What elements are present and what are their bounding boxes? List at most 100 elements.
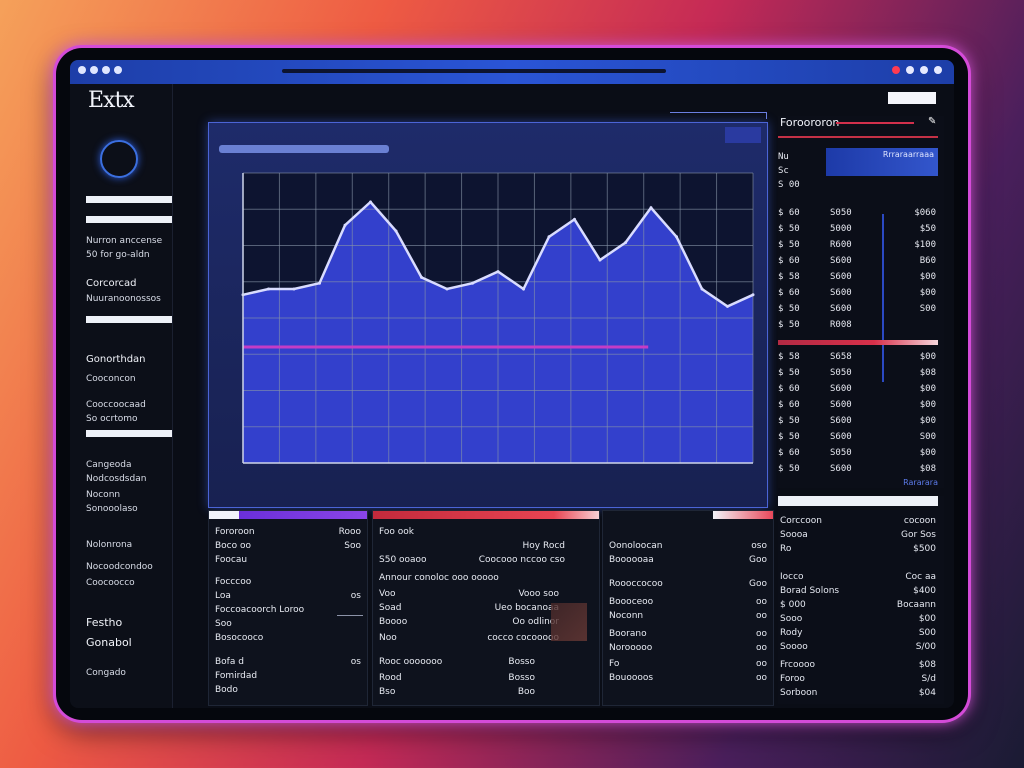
table-row[interactable]: $ 58 S600 $00 <box>778 272 938 286</box>
summary-value: $08 <box>918 660 936 670</box>
panel-row[interactable]: S50 ooaoo <box>379 555 427 565</box>
panel-row[interactable]: Boooooaa <box>609 555 654 565</box>
panel-value: os <box>350 657 361 667</box>
table-cell: $50 <box>919 224 936 234</box>
table-row[interactable]: $ 50 R008 <box>778 320 938 334</box>
pin-icon[interactable]: ✎ <box>928 116 936 127</box>
table-row[interactable]: $ 50 S600 $08 <box>778 464 938 478</box>
panel-row[interactable]: Voo <box>379 589 395 599</box>
table-row[interactable]: $ 60 S600 B60 <box>778 256 938 270</box>
panel-row[interactable]: Boooceoo <box>609 597 653 607</box>
table-row[interactable]: $ 50 R600 $100 <box>778 240 938 254</box>
panel-row[interactable]: Rooc ooooooo <box>379 657 442 667</box>
panel-row[interactable]: Bofa d <box>215 657 244 667</box>
table-row[interactable]: $ 58 S658 $00 <box>778 352 938 366</box>
sidebar-item[interactable]: Noconn <box>86 490 120 500</box>
panel-row[interactable]: Noo <box>379 633 397 643</box>
table-row[interactable]: $ 60 S050 $060 <box>778 208 938 222</box>
table-row[interactable]: $ 60 S050 $00 <box>778 448 938 462</box>
table-row[interactable]: $ 50 5000 $50 <box>778 224 938 238</box>
panel-row[interactable]: Noconn <box>609 611 643 621</box>
panel-row[interactable]: Foccoacoorch Loroo <box>215 605 304 615</box>
table-cell: S600 <box>830 288 852 298</box>
sidebar-item[interactable]: Festho <box>86 616 122 629</box>
panel-row[interactable]: Oonoloocan <box>609 541 662 551</box>
panel-row[interactable]: Bouoooos <box>609 673 653 683</box>
chart-header-bar <box>219 145 389 153</box>
close-icon[interactable] <box>892 66 900 74</box>
area-chart <box>241 172 755 464</box>
sidebar-item[interactable]: Nolonrona <box>86 540 132 550</box>
sidebar-item[interactable]: Cooccoocaad <box>86 400 146 410</box>
panel-row[interactable]: Fororoon <box>215 527 255 537</box>
app-logo: Extx <box>88 88 135 113</box>
sidebar-item[interactable]: Nurron anccense <box>86 236 162 246</box>
sidebar-item[interactable]: Cangeoda <box>86 460 132 470</box>
table-cell: $00 <box>919 416 936 426</box>
summary-label: Foroo <box>780 674 805 684</box>
table-row[interactable]: $ 60 S600 $00 <box>778 384 938 398</box>
sidebar-item[interactable]: Cooconcon <box>86 374 136 384</box>
sidebar-item[interactable]: Sonooolaso <box>86 504 138 514</box>
panel-row[interactable]: Boorano <box>609 629 647 639</box>
avatar[interactable] <box>100 140 138 178</box>
sidebar-divider <box>86 316 172 323</box>
table-row[interactable]: S 00 <box>778 180 938 194</box>
sidebar-item[interactable]: Congado <box>86 668 126 678</box>
sidebar-item[interactable]: So ocrtomo <box>86 414 138 424</box>
data-point <box>522 287 525 291</box>
panel-row[interactable]: Roooccocoo <box>609 579 663 589</box>
panel-value: oso <box>751 541 767 551</box>
panel-row[interactable]: Fomirdad <box>215 671 257 681</box>
table-row[interactable]: Nu <box>778 152 938 166</box>
menu-icon[interactable] <box>934 66 942 74</box>
table-row[interactable]: $ 50 S050 $08 <box>778 368 938 382</box>
sidebar-item[interactable]: Nuuranoonossos <box>86 294 161 304</box>
table-row[interactable]: $ 60 S600 $00 <box>778 400 938 414</box>
panel-value: Bosso <box>508 673 535 683</box>
panel-row[interactable]: Soo <box>215 619 232 629</box>
panel-row[interactable]: Foo ook <box>379 527 414 537</box>
sidebar-item[interactable]: Corcorcad <box>86 278 136 289</box>
panel-row[interactable]: Bosocooco <box>215 633 263 643</box>
panel-row[interactable]: Soad <box>379 603 401 613</box>
data-point <box>573 217 576 221</box>
table-cell: S600 <box>830 400 852 410</box>
panel-row[interactable]: Annour conoloc ooo ooooo <box>379 573 499 583</box>
panel-header-accent <box>373 511 599 519</box>
table-row[interactable]: $ 50 S600 S00 <box>778 432 938 446</box>
panel-value: Hoy Rocd <box>522 541 565 551</box>
sidebar-item[interactable]: Nodcosdsdan <box>86 474 146 484</box>
header-input[interactable] <box>888 92 936 104</box>
table-row[interactable]: $ 50 S600 S00 <box>778 304 938 318</box>
panel-row[interactable]: Loa <box>215 591 231 601</box>
minimize-icon[interactable] <box>906 66 914 74</box>
sidebar-item[interactable]: Gonabol <box>86 636 132 649</box>
table-row[interactable]: $ 60 S600 $00 <box>778 288 938 302</box>
table-cell: $00 <box>919 352 936 362</box>
sidebar-item[interactable]: Nocoodcondoo <box>86 562 153 572</box>
summary-value: Bocaann <box>896 600 936 610</box>
panel-row[interactable]: Focccoo <box>215 577 251 587</box>
table-row[interactable]: Sc <box>778 166 938 180</box>
panel-row[interactable]: Bso <box>379 687 395 697</box>
panel-row[interactable]: Rood <box>379 673 402 683</box>
table-cell: $00 <box>919 272 936 282</box>
panel-row[interactable]: Boooo <box>379 617 407 627</box>
sidebar-item[interactable]: Gonorthdan <box>86 354 146 365</box>
maximize-icon[interactable] <box>920 66 928 74</box>
table-cell: S050 <box>830 368 852 378</box>
sidebar-item[interactable]: Coocoocco <box>86 578 135 588</box>
panel-row[interactable]: Fo <box>609 659 619 669</box>
chart-selector[interactable] <box>725 127 761 143</box>
panel-row[interactable]: Foocau <box>215 555 247 565</box>
panel-row[interactable]: Boco oo <box>215 541 251 551</box>
summary-value: $500 <box>913 544 936 554</box>
title-underline <box>836 122 914 124</box>
panel-row[interactable]: Norooooo <box>609 643 652 653</box>
sidebar-item[interactable]: 50 for go-aldn <box>86 250 150 260</box>
data-point <box>547 235 551 239</box>
panel-row[interactable]: Bodo <box>215 685 238 695</box>
row-underline <box>337 615 363 616</box>
table-row[interactable]: $ 50 S600 $00 <box>778 416 938 430</box>
